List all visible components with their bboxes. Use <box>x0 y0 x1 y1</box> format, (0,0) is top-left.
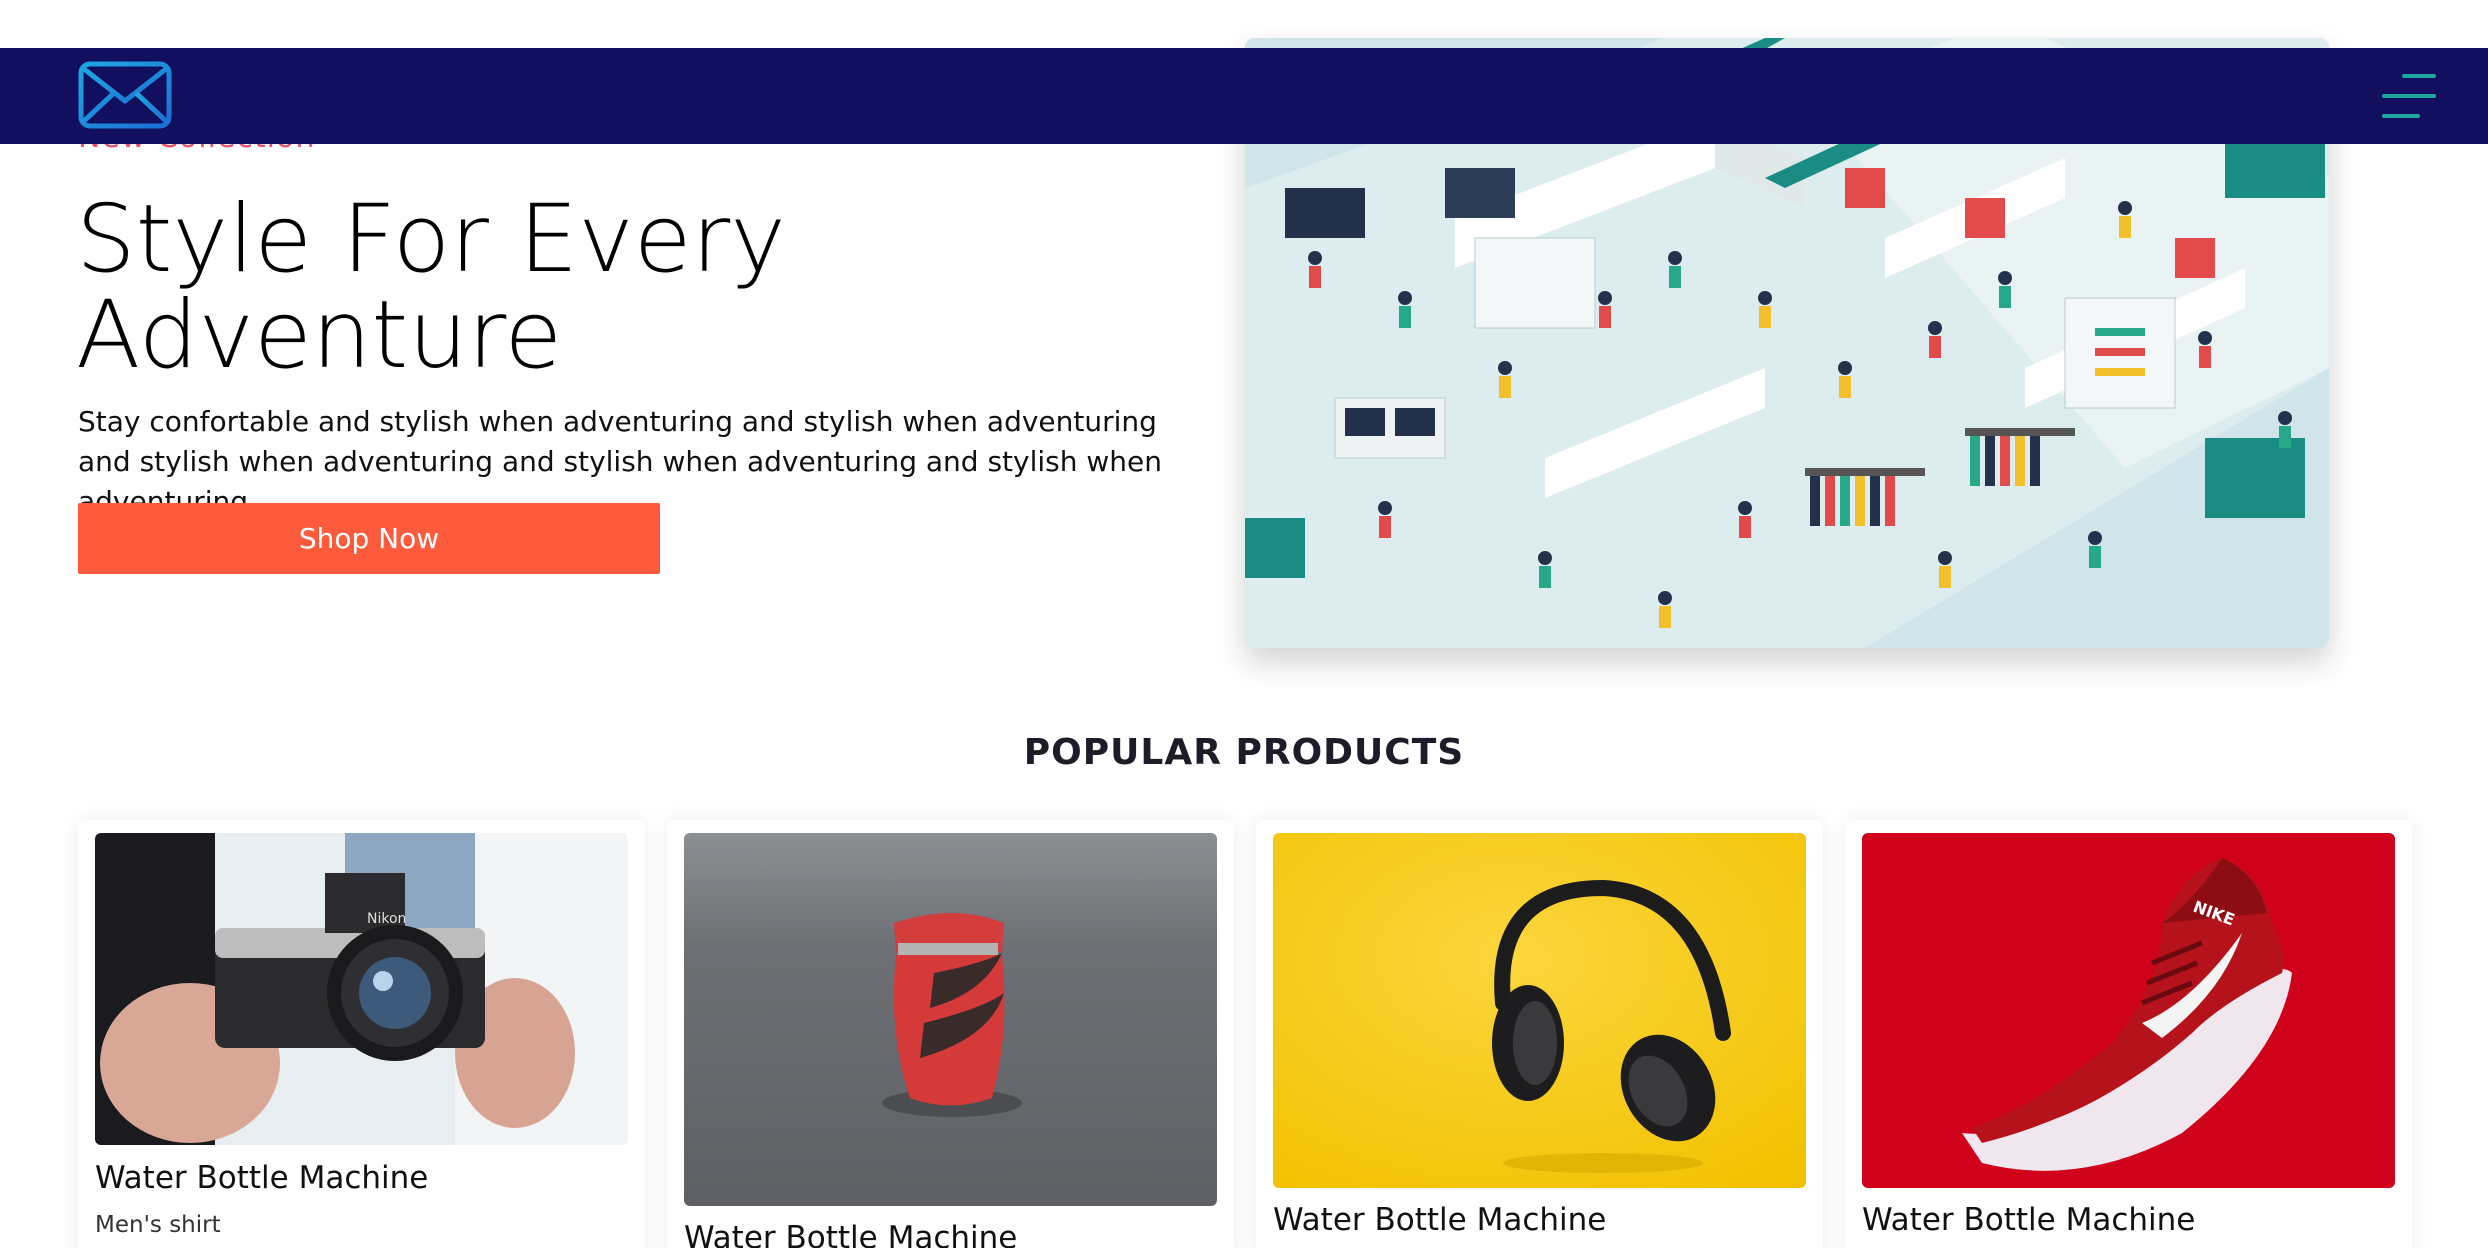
hamburger-menu-icon[interactable] <box>2382 70 2436 122</box>
hero-title-line2: Adventure <box>76 281 563 390</box>
product-subtitle: Men's shirt <box>95 1212 221 1238</box>
product-card[interactable]: Nikon Water Bottle Machine Men's shirt <box>78 820 645 1248</box>
envelope-icon[interactable] <box>78 61 172 129</box>
product-image-headphones[interactable] <box>1273 833 1806 1188</box>
popular-products-title: POPULAR PRODUCTS <box>1023 732 1465 773</box>
svg-text:Nikon: Nikon <box>367 911 406 927</box>
hero-title: Style For Every Adventure <box>76 192 1076 384</box>
product-title: Water Bottle Machine <box>684 1220 1018 1248</box>
shop-now-button[interactable]: Shop Now <box>78 503 660 574</box>
product-card[interactable]: Water Bottle Machine <box>667 820 1234 1248</box>
page: New Collection Style For Every Adventure… <box>0 0 2488 1248</box>
product-title: Water Bottle Machine <box>1862 1202 2196 1238</box>
hero-title-line1: Style For Every <box>76 185 786 294</box>
product-image-lighter[interactable] <box>684 833 1217 1206</box>
product-card[interactable]: NIKE Water Bottle Machine <box>1845 820 2412 1248</box>
product-title: Water Bottle Machine <box>95 1160 429 1196</box>
product-image-sneaker[interactable]: NIKE <box>1862 833 2395 1188</box>
top-navbar <box>0 48 2488 144</box>
product-image-camera[interactable]: Nikon <box>95 833 628 1145</box>
product-card[interactable]: Water Bottle Machine <box>1256 820 1823 1248</box>
product-title: Water Bottle Machine <box>1273 1202 1607 1238</box>
